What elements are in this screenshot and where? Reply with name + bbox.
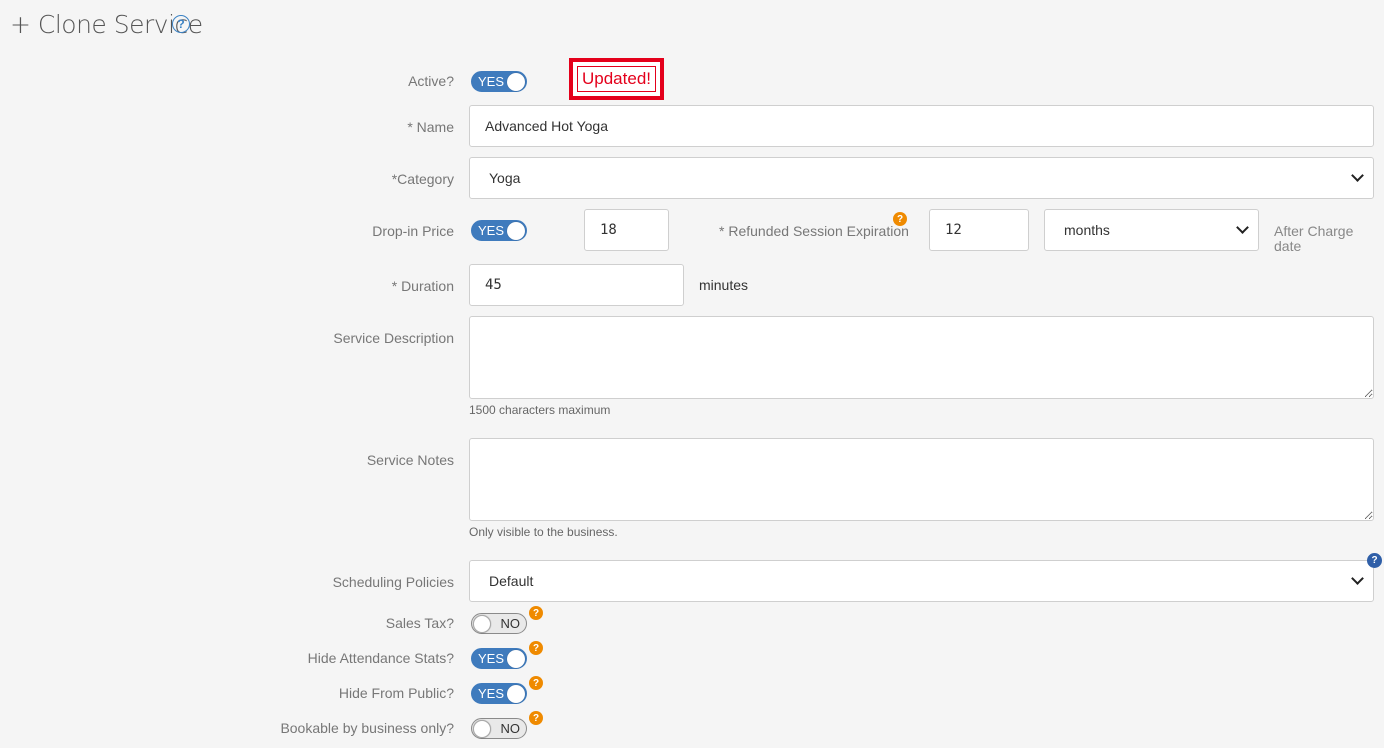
- toggle-knob: [473, 720, 491, 738]
- category-label: *Category: [391, 171, 454, 187]
- help-icon[interactable]: ?: [529, 606, 543, 620]
- active-label: Active?: [408, 73, 454, 89]
- hide-attendance-stats-toggle-text: YES: [478, 651, 505, 666]
- duration-input[interactable]: 45: [469, 264, 684, 306]
- scheduling-policies-value: Default: [489, 573, 534, 589]
- toggle-knob: [507, 222, 525, 240]
- bookable-by-business-only-label: Bookable by business only?: [280, 720, 454, 736]
- drop-in-price-input[interactable]: 18: [584, 209, 669, 251]
- toggle-knob: [507, 650, 525, 668]
- hide-attendance-stats-label: Hide Attendance Stats?: [307, 650, 454, 666]
- drop-in-price-toggle-text: YES: [478, 223, 505, 238]
- drop-in-price-toggle[interactable]: YES: [471, 220, 527, 241]
- toggle-knob: [507, 73, 525, 91]
- scheduling-policies-label: Scheduling Policies: [332, 574, 454, 590]
- drop-in-price-label: Drop-in Price: [372, 223, 454, 239]
- toggle-knob: [507, 685, 525, 703]
- help-icon[interactable]: ?: [1367, 553, 1382, 568]
- sales-tax-toggle[interactable]: NO: [471, 613, 527, 634]
- active-toggle[interactable]: YES: [471, 71, 527, 92]
- bookable-by-business-only-toggle[interactable]: NO: [471, 718, 527, 739]
- chevron-down-icon: [1351, 572, 1364, 585]
- duration-label: * Duration: [391, 278, 454, 294]
- chevron-down-icon: [1236, 221, 1249, 234]
- category-select-value: Yoga: [489, 170, 521, 186]
- name-label: * Name: [407, 119, 454, 135]
- service-notes-hint: Only visible to the business.: [469, 525, 618, 539]
- help-icon[interactable]: ?: [893, 212, 907, 226]
- hide-from-public-toggle[interactable]: YES: [471, 683, 527, 704]
- service-description-hint: 1500 characters maximum: [469, 403, 611, 417]
- scheduling-policies-select[interactable]: Default: [469, 560, 1374, 602]
- category-select[interactable]: Yoga: [469, 157, 1374, 199]
- active-toggle-text: YES: [478, 74, 505, 89]
- service-description-label: Service Description: [333, 330, 454, 346]
- after-charge-date-text: After Charge date: [1274, 223, 1354, 254]
- service-notes-label: Service Notes: [366, 452, 454, 468]
- hide-attendance-stats-toggle[interactable]: YES: [471, 648, 527, 669]
- duration-unit: minutes: [699, 277, 749, 293]
- hide-from-public-toggle-text: YES: [478, 686, 505, 701]
- refunded-session-expiration-label: * Refunded Session Expiration: [719, 223, 909, 239]
- expiration-unit-value: months: [1064, 222, 1110, 238]
- question-circle-icon[interactable]: ?: [172, 15, 190, 33]
- refunded-session-expiration-input[interactable]: 12: [929, 209, 1029, 251]
- name-input[interactable]: Advanced Hot Yoga: [469, 105, 1374, 147]
- help-icon[interactable]: ?: [529, 676, 543, 690]
- sales-tax-label: Sales Tax?: [385, 615, 454, 631]
- updated-annotation: Updated!: [569, 58, 664, 100]
- help-icon[interactable]: ?: [529, 641, 543, 655]
- service-description-textarea[interactable]: [469, 316, 1374, 399]
- help-icon[interactable]: ?: [529, 711, 543, 725]
- updated-annotation-text: Updated!: [577, 66, 656, 92]
- toggle-knob: [473, 615, 491, 633]
- sales-tax-toggle-text: NO: [500, 616, 521, 631]
- chevron-down-icon: [1351, 169, 1364, 182]
- service-notes-textarea[interactable]: [469, 438, 1374, 521]
- expiration-unit-select[interactable]: months: [1044, 209, 1259, 251]
- bookable-by-business-only-toggle-text: NO: [500, 721, 521, 736]
- hide-from-public-label: Hide From Public?: [338, 685, 454, 701]
